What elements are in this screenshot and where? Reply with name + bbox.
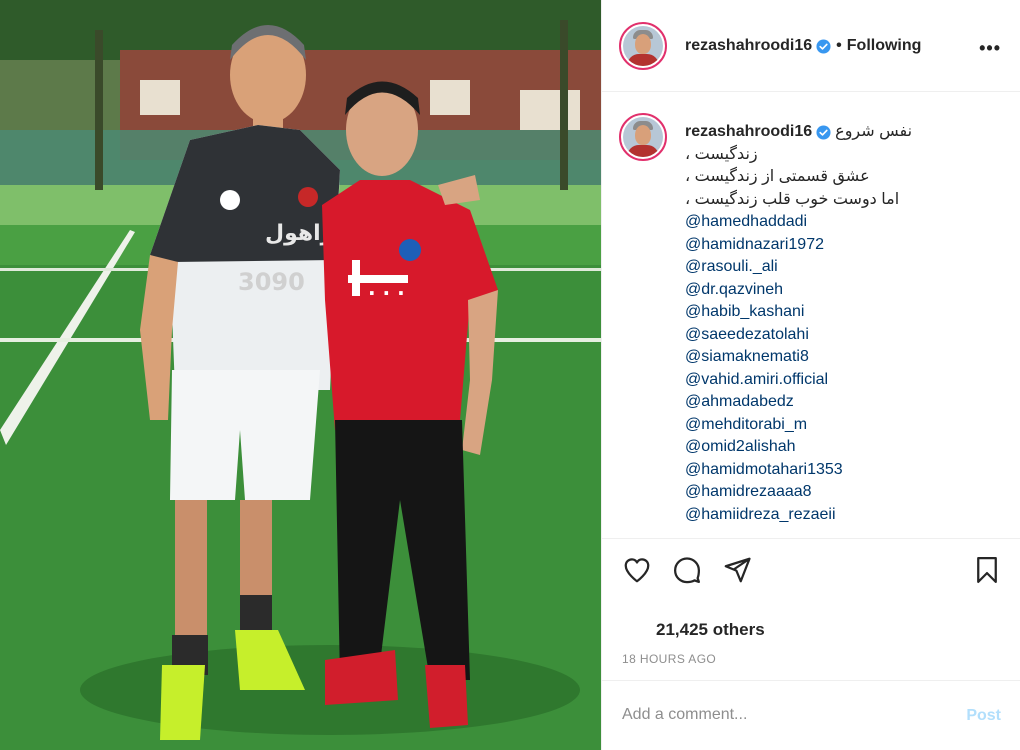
verified-badge-icon (816, 125, 831, 140)
caption-header: rezashahroodi16 نفس شروع (685, 121, 1005, 144)
paper-plane-icon[interactable] (722, 555, 752, 585)
mention-link[interactable]: @omid2alishah (685, 436, 1005, 459)
svg-text:3090: 3090 (238, 268, 305, 296)
caption-line: زندگیست ، (685, 145, 758, 163)
more-options-button[interactable]: ••• (979, 38, 1001, 59)
mention-link[interactable]: @mehditorabi_m (685, 414, 1005, 437)
mention-link[interactable]: @dr.qazvineh (685, 279, 1005, 302)
mention-link[interactable]: @siamaknemati8 (685, 346, 1005, 369)
mention-link[interactable]: @hamidnazari1972 (685, 234, 1005, 257)
mention-link[interactable]: @rasouli._ali (685, 256, 1005, 279)
following-button[interactable]: Following (847, 37, 922, 55)
author-avatar[interactable] (619, 22, 667, 70)
post-comment-button[interactable]: Post (966, 707, 1001, 725)
caption-line: نفس شروع (835, 123, 913, 140)
separator-dot: • (836, 37, 842, 54)
caption-username[interactable]: rezashahroodi16 (685, 121, 812, 144)
mention-link[interactable]: @vahid.amiri.official (685, 369, 1005, 392)
verified-badge-icon (816, 38, 831, 54)
comment-input[interactable] (622, 706, 932, 724)
author-line: rezashahroodi16 • Following (685, 37, 921, 55)
caption-author-avatar[interactable] (619, 113, 667, 161)
caption-line: عشق قسمتی از زندگیست ، (685, 168, 870, 185)
mention-link[interactable]: @hamidmotahari1353 (685, 459, 1005, 482)
caption-line: اما دوست خوب قلب زندگیست ، (685, 190, 900, 208)
mention-link[interactable]: @hamedhaddadi (685, 211, 1005, 234)
mention-link[interactable]: @hamidrezaaaa8 (685, 481, 1005, 504)
heart-icon[interactable] (622, 555, 652, 585)
mention-link[interactable]: @habib_kashani (685, 301, 1005, 324)
author-username[interactable]: rezashahroodi16 (685, 37, 812, 55)
caption-section: rezashahroodi16 نفس شروع زندگیست ، عشق ق… (602, 93, 1020, 538)
mention-link[interactable]: @saeedezatolahi (685, 324, 1005, 347)
mention-link[interactable]: @hamiidreza_rezaeii (685, 504, 1005, 527)
post-header: rezashahroodi16 • Following ••• (602, 0, 1020, 92)
post-side-panel: rezashahroodi16 • Following ••• rezashah… (601, 0, 1020, 750)
likes-count[interactable]: 21,425 others (656, 620, 765, 640)
comment-bar: Post (602, 680, 1020, 750)
mention-link[interactable]: @ahmadabedz (685, 391, 1005, 414)
post-timestamp[interactable]: 18 HOURS AGO (622, 652, 716, 666)
post-photo[interactable]: هوراهول 3090 · · · (0, 0, 601, 750)
caption-text: rezashahroodi16 نفس شروع زندگیست ، عشق ق… (685, 121, 1005, 526)
bookmark-icon[interactable] (972, 555, 1002, 585)
svg-text:· · ·: · · · (368, 281, 405, 305)
football-players-photo: هوراهول 3090 · · · (0, 0, 601, 750)
comment-bubble-icon[interactable] (672, 555, 702, 585)
